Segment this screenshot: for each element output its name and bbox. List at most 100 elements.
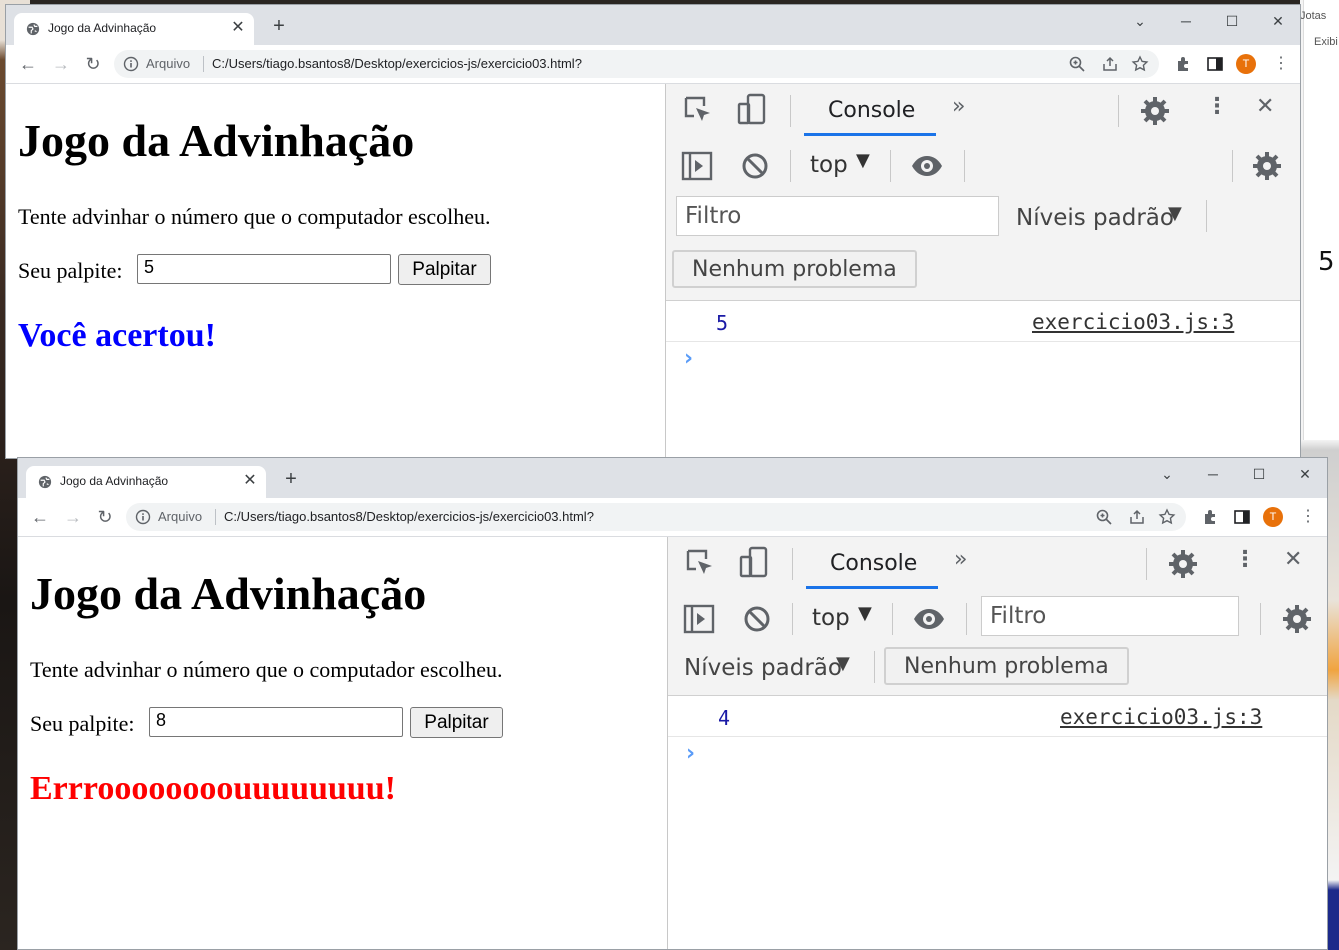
- tab-strip: Jogo da Advinhação ✕ + ⌄ ─ ☐ ✕: [6, 5, 1300, 45]
- toolbar-divider: [890, 150, 891, 182]
- devtools-menu-icon[interactable]: ⋮: [1234, 547, 1256, 572]
- issues-button[interactable]: Nenhum problema: [672, 250, 917, 288]
- guess-button[interactable]: Palpitar: [398, 254, 491, 285]
- minimize-button[interactable]: ─: [1172, 11, 1200, 31]
- guess-input[interactable]: 8: [149, 707, 403, 737]
- console-prompt-icon[interactable]: ›: [686, 741, 695, 766]
- globe-icon: [38, 475, 52, 489]
- filter-input[interactable]: Filtro: [676, 196, 999, 236]
- minimize-button[interactable]: ─: [1199, 464, 1227, 484]
- context-selector[interactable]: top: [810, 152, 848, 178]
- log-source-link[interactable]: exercicio03.js:3: [1060, 705, 1262, 729]
- address-scheme: Arquivo: [146, 56, 191, 71]
- levels-dropdown-icon[interactable]: ▼: [836, 653, 850, 674]
- forward-arrow-icon[interactable]: →: [61, 505, 85, 529]
- more-tabs-icon[interactable]: »: [954, 547, 967, 572]
- clear-console-icon[interactable]: [738, 149, 772, 183]
- close-window-button[interactable]: ✕: [1264, 11, 1292, 31]
- forward-arrow-icon[interactable]: →: [49, 52, 73, 76]
- back-arrow-icon[interactable]: ←: [16, 52, 40, 76]
- issues-button[interactable]: Nenhum problema: [884, 647, 1129, 685]
- console-filter-bar: Filtro Níveis padrão ▼ Nenhum problema: [666, 194, 1300, 301]
- context-dropdown-icon[interactable]: ▼: [856, 150, 870, 171]
- back-arrow-icon[interactable]: ←: [28, 505, 52, 529]
- toolbar-divider: [874, 651, 875, 683]
- tab-search-icon[interactable]: ⌄: [1153, 464, 1181, 484]
- close-tab-icon[interactable]: ✕: [228, 18, 248, 38]
- levels-dropdown-icon[interactable]: ▼: [1168, 203, 1182, 224]
- console-log-row: 5 exercicio03.js:3: [666, 301, 1300, 342]
- profile-avatar[interactable]: T: [1263, 507, 1283, 527]
- devtools-menu-icon[interactable]: ⋮: [1206, 94, 1228, 119]
- maximize-button[interactable]: ☐: [1218, 11, 1246, 31]
- tab-console[interactable]: Console: [828, 98, 915, 123]
- share-icon[interactable]: [1101, 55, 1119, 73]
- address-url[interactable]: C:/Users/tiago.bsantos8/Desktop/exercici…: [224, 509, 594, 524]
- profile-avatar[interactable]: T: [1236, 54, 1256, 74]
- browser-toolbar: ← → ↻ Arquivo C:/Users/tiago.bsantos8/De…: [6, 45, 1300, 84]
- info-icon[interactable]: [123, 56, 139, 72]
- device-toolbar-icon[interactable]: [738, 545, 772, 579]
- address-bar[interactable]: Arquivo C:/Users/tiago.bsantos8/Desktop/…: [114, 50, 1159, 78]
- side-panel-icon[interactable]: [1206, 55, 1224, 73]
- console-settings-gear-icon[interactable]: [1250, 149, 1284, 183]
- guess-label: Seu palpite:: [30, 711, 135, 736]
- reload-icon[interactable]: ↻: [93, 505, 117, 529]
- reload-icon[interactable]: ↻: [81, 52, 105, 76]
- browser-window-1: Jogo da Advinhação ✕ + ⌄ ─ ☐ ✕ ← → ↻ Arq…: [5, 4, 1301, 459]
- star-icon[interactable]: [1158, 508, 1176, 526]
- browser-menu-icon[interactable]: ⋮: [1273, 54, 1289, 74]
- address-url[interactable]: C:/Users/tiago.bsantos8/Desktop/exercici…: [212, 56, 582, 71]
- inspect-element-icon[interactable]: [684, 547, 718, 581]
- tab-search-icon[interactable]: ⌄: [1126, 11, 1154, 31]
- share-icon[interactable]: [1128, 508, 1146, 526]
- settings-gear-icon[interactable]: [1138, 94, 1172, 128]
- close-devtools-icon[interactable]: ✕: [1256, 94, 1274, 119]
- page-content: Jogo da Advinhação Tente advinhar o núme…: [18, 537, 667, 949]
- context-dropdown-icon[interactable]: ▼: [858, 603, 872, 624]
- guess-button[interactable]: Palpitar: [410, 707, 503, 738]
- zoom-icon[interactable]: [1068, 55, 1086, 73]
- log-source-link[interactable]: exercicio03.js:3: [1032, 310, 1234, 334]
- new-tab-button[interactable]: +: [278, 468, 304, 492]
- console-prompt-icon[interactable]: ›: [684, 346, 693, 371]
- context-selector[interactable]: top: [812, 605, 850, 631]
- settings-gear-icon[interactable]: [1166, 547, 1200, 581]
- result-message: Você acertou!: [18, 317, 216, 354]
- info-icon[interactable]: [135, 509, 151, 525]
- filter-input[interactable]: Filtro: [981, 596, 1239, 636]
- background-window-edge: Jotas Exibi: [1300, 0, 1339, 440]
- console-settings-gear-icon[interactable]: [1280, 602, 1314, 636]
- instruction-text: Tente advinhar o número que o computador…: [30, 657, 503, 682]
- extensions-icon[interactable]: [1201, 508, 1219, 526]
- sidebar-toggle-icon[interactable]: [680, 149, 714, 183]
- close-tab-icon[interactable]: ✕: [240, 471, 260, 491]
- live-expression-eye-icon[interactable]: [912, 602, 946, 636]
- background-label-top: Jotas: [1300, 10, 1327, 22]
- browser-tab[interactable]: Jogo da Advinhação ✕: [26, 466, 266, 498]
- clear-console-icon[interactable]: [740, 602, 774, 636]
- devtools-panel: Console » ⋮ ✕ top ▼ Filtro Níveis padrão…: [665, 84, 1300, 458]
- more-tabs-icon[interactable]: »: [952, 94, 965, 119]
- close-devtools-icon[interactable]: ✕: [1284, 547, 1302, 572]
- browser-tab[interactable]: Jogo da Advinhação ✕: [14, 13, 254, 45]
- log-levels-dropdown[interactable]: Níveis padrão: [684, 655, 842, 681]
- live-expression-eye-icon[interactable]: [910, 149, 944, 183]
- page-heading: Jogo da Advinhação: [18, 115, 415, 166]
- guess-input[interactable]: 5: [137, 254, 391, 284]
- device-toolbar-icon[interactable]: [736, 92, 770, 126]
- browser-menu-icon[interactable]: ⋮: [1300, 507, 1316, 527]
- close-window-button[interactable]: ✕: [1291, 464, 1319, 484]
- maximize-button[interactable]: ☐: [1245, 464, 1273, 484]
- side-panel-icon[interactable]: [1233, 508, 1251, 526]
- toolbar-divider: [1146, 548, 1147, 580]
- extensions-icon[interactable]: [1174, 55, 1192, 73]
- sidebar-toggle-icon[interactable]: [682, 602, 716, 636]
- tab-console[interactable]: Console: [830, 551, 917, 576]
- address-bar[interactable]: Arquivo C:/Users/tiago.bsantos8/Desktop/…: [126, 503, 1186, 531]
- star-icon[interactable]: [1131, 55, 1149, 73]
- new-tab-button[interactable]: +: [266, 15, 292, 39]
- inspect-element-icon[interactable]: [682, 94, 716, 128]
- zoom-icon[interactable]: [1095, 508, 1113, 526]
- log-levels-dropdown[interactable]: Níveis padrão: [1016, 205, 1174, 231]
